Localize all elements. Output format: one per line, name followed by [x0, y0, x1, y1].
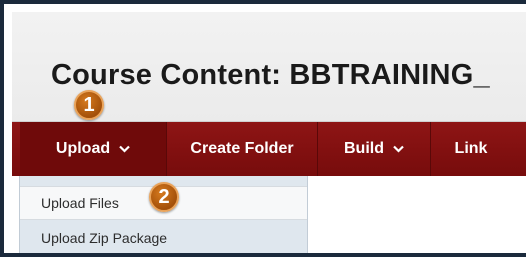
upload-files-label: Upload Files: [41, 195, 119, 211]
create-folder-label: Create Folder: [190, 140, 294, 157]
step-2-badge: 2: [149, 182, 179, 212]
link-button[interactable]: Link: [431, 122, 511, 176]
chevron-down-icon: [393, 145, 404, 153]
upload-zip-package-label: Upload Zip Package: [41, 230, 168, 246]
upload-menu-button[interactable]: Upload: [20, 122, 166, 176]
content-action-bar: Upload Create Folder Build Link: [12, 122, 526, 176]
page-title: Course Content: BBTRAINING_: [51, 59, 490, 91]
build-menu-button[interactable]: Build: [318, 122, 430, 176]
create-folder-button[interactable]: Create Folder: [167, 122, 317, 176]
screenshot-frame: Course Content: BBTRAINING_ Upload Creat…: [0, 0, 526, 257]
chevron-down-icon: [119, 145, 130, 153]
build-label: Build: [344, 140, 384, 157]
upload-zip-package-menu-item[interactable]: Upload Zip Package: [20, 222, 307, 253]
step-1-badge: 1: [74, 90, 104, 120]
link-label: Link: [454, 140, 488, 157]
upload-label: Upload: [55, 140, 111, 157]
